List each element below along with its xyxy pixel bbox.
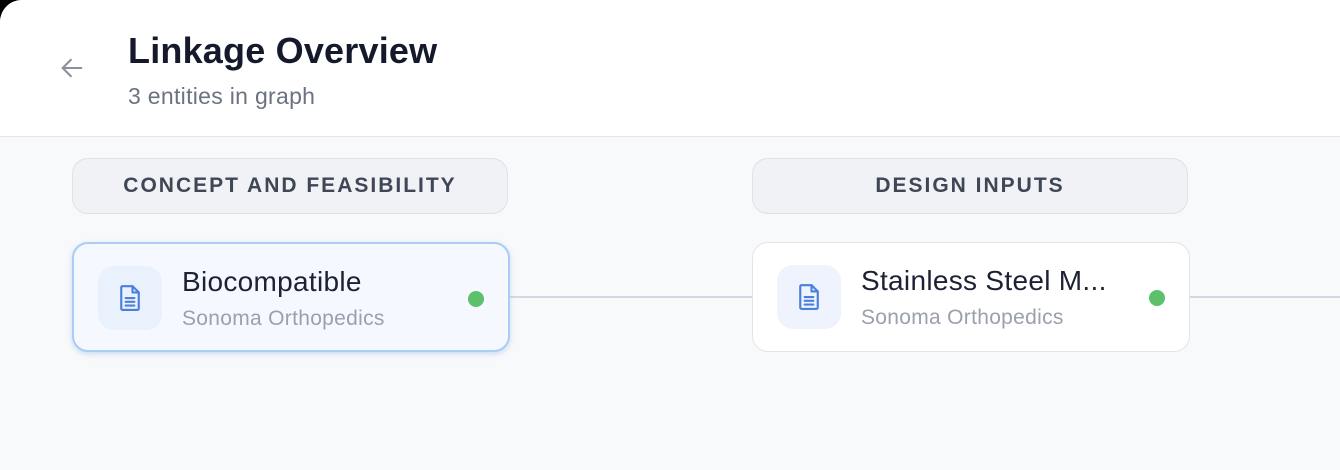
page-title: Linkage Overview: [128, 30, 438, 71]
linkage-overview-window: Linkage Overview 3 entities in graph CON…: [0, 0, 1340, 470]
card-title: Stainless Steel M...: [861, 265, 1107, 296]
stage-header-concept-feasibility: CONCEPT AND FEASIBILITY: [72, 158, 508, 214]
page-header: Linkage Overview 3 entities in graph: [0, 0, 1340, 137]
status-indicator-dot: [1149, 290, 1165, 306]
document-icon: [799, 284, 819, 310]
link-connector: [510, 296, 754, 298]
entity-card-biocompatible[interactable]: Biocompatible Sonoma Orthopedics: [72, 242, 510, 352]
card-icon-container: [777, 265, 841, 329]
card-company: Sonoma Orthopedics: [182, 307, 385, 330]
entity-count: 3 entities in graph: [128, 83, 316, 109]
card-title: Biocompatible: [182, 266, 362, 297]
entity-card-stainless-steel[interactable]: Stainless Steel M... Sonoma Orthopedics: [752, 242, 1190, 352]
back-button[interactable]: [52, 48, 92, 88]
document-icon: [120, 285, 140, 311]
card-company: Sonoma Orthopedics: [861, 306, 1064, 329]
arrow-left-icon: [61, 58, 83, 78]
status-indicator-dot: [468, 291, 484, 307]
stage-header-design-inputs: DESIGN INPUTS: [752, 158, 1188, 214]
card-icon-container: [98, 266, 162, 330]
link-connector-outgoing: [1190, 296, 1340, 298]
